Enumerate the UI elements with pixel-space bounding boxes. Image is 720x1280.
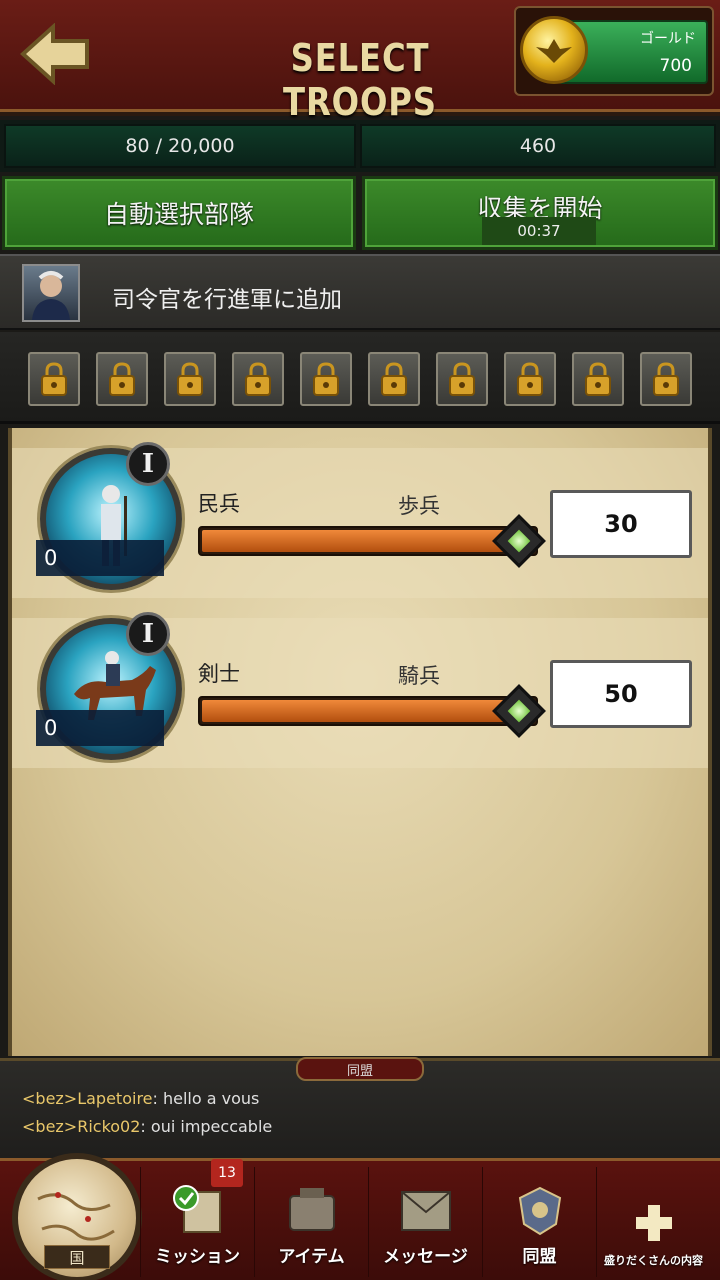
locked-slot[interactable] <box>368 352 420 406</box>
troop-quantity-input[interactable]: 50 <box>550 660 692 728</box>
locked-slot[interactable] <box>164 352 216 406</box>
troop-type: 騎兵 <box>398 664 440 688</box>
locked-slot[interactable] <box>96 352 148 406</box>
chat-text: hello a vous <box>163 1089 260 1108</box>
power-display: 460 <box>360 124 716 168</box>
bottom-nav: 国 13 ミッション アイテム メッセージ 同盟 盛りだくさんの内容 <box>0 1153 720 1280</box>
troop-quantity-slider[interactable] <box>198 514 546 568</box>
chat-sender: <bez>Lapetoire <box>22 1089 153 1108</box>
gold-label: ゴールド <box>640 31 696 47</box>
nav-alliance[interactable]: 同盟 <box>482 1167 596 1277</box>
kingdom-label: 国 <box>44 1245 110 1269</box>
locked-slot[interactable] <box>436 352 488 406</box>
padlock-icon <box>109 362 135 396</box>
kingdom-map-button[interactable]: 国 <box>12 1153 142 1280</box>
padlock-icon <box>313 362 339 396</box>
march-stats: 80 / 20,000 460 <box>0 120 720 172</box>
troop-name: 剣士 <box>198 662 240 686</box>
commander-portrait <box>22 264 80 322</box>
alliance-chat[interactable]: 同盟 <bez>Lapetoire: hello a vous <bez>Ric… <box>0 1057 720 1158</box>
nav-items-label: アイテム <box>278 1247 345 1267</box>
nav-alliance-label: 同盟 <box>522 1247 557 1267</box>
padlock-icon <box>449 362 475 396</box>
auto-select-button[interactable]: 自動選択部隊 <box>2 176 356 250</box>
padlock-icon <box>653 362 679 396</box>
mail-icon <box>398 1184 454 1236</box>
chat-message: <bez>Ricko02: oui impeccable <box>22 1117 273 1136</box>
chat-message: <bez>Lapetoire: hello a vous <box>22 1089 260 1108</box>
missions-badge: 13 <box>211 1159 243 1187</box>
commander-slots <box>0 332 720 424</box>
locked-slot[interactable] <box>300 352 352 406</box>
padlock-icon <box>381 362 407 396</box>
padlock-icon <box>177 362 203 396</box>
locked-slot[interactable] <box>28 352 80 406</box>
locked-slot[interactable] <box>572 352 624 406</box>
troop-quantity-slider[interactable] <box>198 684 546 738</box>
back-button[interactable] <box>14 14 98 94</box>
troop-owned-count: 0 <box>36 710 164 746</box>
mission-scroll-icon <box>170 1184 226 1236</box>
nav-items[interactable]: アイテム <box>254 1167 368 1277</box>
troop-quantity-input[interactable]: 30 <box>550 490 692 558</box>
gather-timer: 00:37 <box>482 217 596 245</box>
add-commander-row[interactable]: 司令官を行進軍に追加 <box>0 254 720 330</box>
gold-value: 700 <box>659 56 692 76</box>
nav-missions-label: ミッション <box>155 1247 240 1267</box>
gold-display[interactable]: ゴールド 700 <box>514 6 714 96</box>
slider-fill <box>202 530 521 552</box>
capacity-display: 80 / 20,000 <box>4 124 356 168</box>
locked-slot[interactable] <box>232 352 284 406</box>
slider-fill <box>202 700 521 722</box>
troop-rank-badge: I <box>126 612 170 656</box>
nav-more[interactable]: 盛りだくさんの内容 <box>596 1167 710 1277</box>
nav-missions[interactable]: 13 ミッション <box>140 1159 254 1277</box>
troop-rank-badge: I <box>126 442 170 486</box>
gold-coin-icon <box>520 16 588 84</box>
nav-messages-label: メッセージ <box>383 1247 468 1267</box>
locked-slot[interactable] <box>504 352 556 406</box>
chat-tab-alliance[interactable]: 同盟 <box>296 1057 424 1081</box>
nav-messages[interactable]: メッセージ <box>368 1167 482 1277</box>
padlock-icon <box>585 362 611 396</box>
chat-text: oui impeccable <box>150 1117 273 1136</box>
alliance-crest-icon <box>512 1184 568 1236</box>
item-bag-icon <box>284 1184 340 1236</box>
add-commander-label: 司令官を行進軍に追加 <box>112 287 342 313</box>
padlock-icon <box>41 362 67 396</box>
commander-avatar-icon <box>32 271 70 320</box>
troop-name: 民兵 <box>198 492 240 516</box>
chat-sender: <bez>Ricko02 <box>22 1117 141 1136</box>
troop-type: 歩兵 <box>398 494 440 518</box>
padlock-icon <box>245 362 271 396</box>
plus-icon <box>626 1197 682 1249</box>
troop-owned-count: 0 <box>36 540 164 576</box>
troop-list-panel: I 0 民兵 歩兵 30 I 0 剣士 騎兵 50 <box>8 428 712 1056</box>
header-bar: SELECT TROOPS ゴールド 700 <box>0 0 720 124</box>
padlock-icon <box>517 362 543 396</box>
nav-more-label: 盛りだくさんの内容 <box>604 1254 703 1267</box>
page-title: SELECT TROOPS <box>283 36 437 124</box>
locked-slot[interactable] <box>640 352 692 406</box>
arrow-left-icon <box>20 23 89 85</box>
